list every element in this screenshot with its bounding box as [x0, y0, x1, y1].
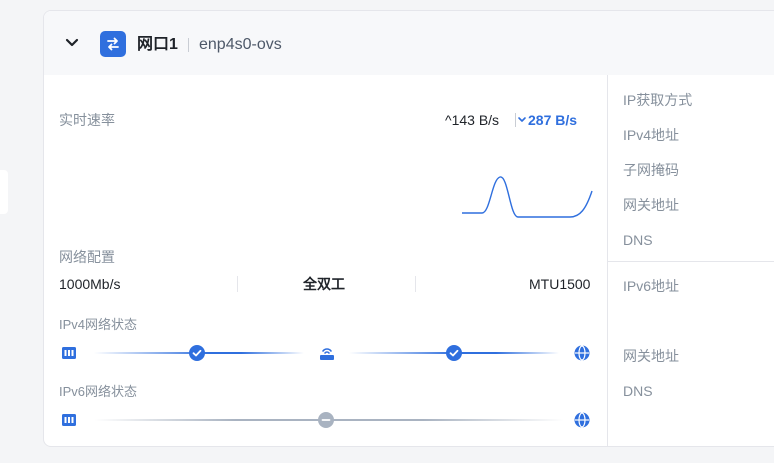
ipv6-status-title: IPv6网络状态: [59, 384, 138, 399]
ipv4-address-label: IPv4地址: [623, 127, 680, 143]
config-separator-1: [237, 276, 238, 292]
ip-method-label: IP获取方式: [623, 92, 693, 108]
ipv4-device-icon: [62, 347, 76, 359]
router-icon: [320, 348, 334, 360]
rate-separator: [515, 113, 516, 127]
ipv4-check-icon-1: [189, 345, 205, 361]
ipv6-dns-label: DNS: [623, 383, 653, 399]
interface-name: enp4s0-ovs: [199, 36, 282, 53]
subnet-mask-label: 子网掩码: [623, 162, 679, 178]
card-header[interactable]: 网口1 enp4s0-ovs: [44, 11, 774, 75]
port-swap-icon: [100, 31, 126, 57]
gateway-label: 网关地址: [623, 197, 679, 213]
ipv6-gateway-label: 网关地址: [623, 348, 679, 364]
network-port-card: 网口1 enp4s0-ovs 实时速率 ^143 B/s 287 B/s 网络配…: [43, 10, 774, 447]
left-panel-tab: [0, 170, 8, 214]
network-config-title: 网络配置: [59, 249, 115, 265]
header-separator: [188, 38, 189, 52]
realtime-rate-sparkline: [462, 176, 593, 218]
ipv6-globe-icon: [574, 412, 590, 428]
mtu-value: MTU1500: [529, 276, 591, 292]
port-name: 网口1: [137, 36, 178, 53]
ipv6-pending-icon: [318, 412, 334, 428]
chevron-down-icon[interactable]: [64, 35, 80, 51]
download-arrow-icon: [518, 117, 526, 122]
duplex-mode: 全双工: [303, 276, 345, 292]
ipv6-address-label: IPv6地址: [623, 278, 680, 294]
config-separator-2: [415, 276, 416, 292]
ipv4-globe-icon: [574, 345, 590, 361]
ipv4-check-icon-2: [446, 345, 462, 361]
realtime-rate-title: 实时速率: [59, 112, 115, 128]
ipv4-status-title: IPv4网络状态: [59, 317, 138, 332]
details-divider: [607, 261, 774, 262]
upload-rate: ^143 B/s: [445, 112, 500, 128]
ipv6-device-icon: [62, 414, 76, 426]
dns-label: DNS: [623, 232, 653, 248]
link-speed: 1000Mb/s: [59, 276, 121, 292]
download-rate: 287 B/s: [528, 112, 578, 128]
